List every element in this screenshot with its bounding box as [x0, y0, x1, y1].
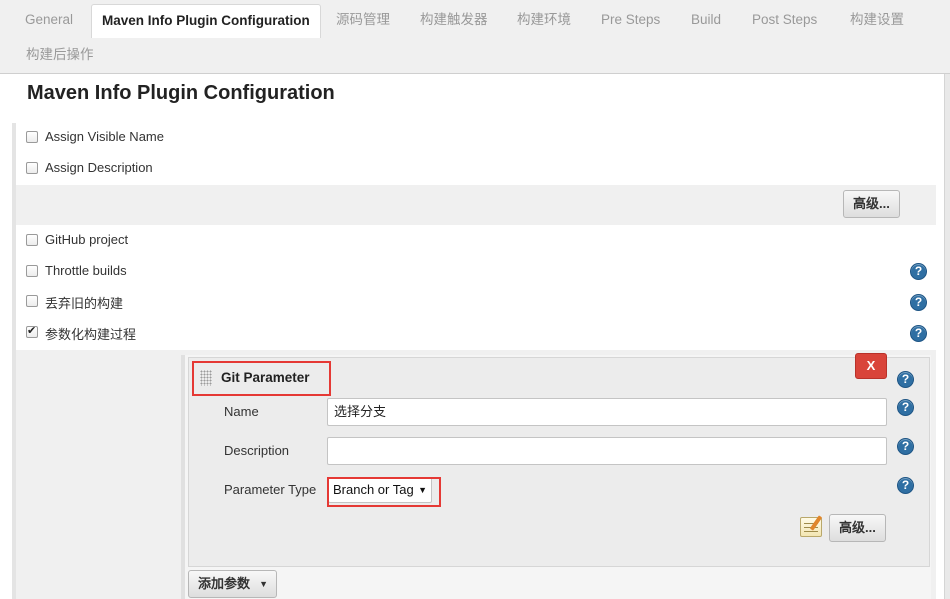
checkbox-checked[interactable] — [26, 324, 38, 338]
parameter-type-label: Parameter Type — [224, 482, 317, 497]
tab-pre-steps[interactable]: Pre Steps — [601, 5, 660, 35]
section-title: Maven Info Plugin Configuration — [27, 82, 335, 104]
tab-build-triggers[interactable]: 构建触发器 — [420, 5, 488, 35]
caret-down-icon: ▼ — [259, 579, 269, 589]
parameter-advanced-button[interactable]: 高级... — [829, 514, 886, 542]
help-icon[interactable]: ? — [897, 477, 914, 494]
option-assign-description[interactable]: Assign Description — [16, 154, 936, 185]
option-throttle-builds[interactable]: Throttle builds — [16, 257, 936, 288]
option-assign-visible-name[interactable]: Assign Visible Name — [16, 123, 936, 154]
checkbox[interactable] — [26, 265, 38, 277]
notepad-icon[interactable] — [800, 517, 822, 537]
option-parameterized-build[interactable]: 参数化构建过程 — [16, 318, 936, 349]
option-label: GitHub project — [45, 232, 129, 247]
advanced-button[interactable]: 高级... — [843, 190, 900, 218]
help-icon[interactable]: ? — [910, 294, 927, 311]
help-icon[interactable]: ? — [910, 325, 927, 342]
option-label: Throttle builds — [45, 263, 127, 278]
checkbox[interactable] — [26, 234, 38, 246]
help-icon[interactable]: ? — [897, 438, 914, 455]
help-icon[interactable]: ? — [897, 399, 914, 416]
checkbox[interactable] — [26, 131, 38, 143]
checkbox[interactable] — [26, 295, 38, 307]
tab-build-environment[interactable]: 构建环境 — [517, 5, 571, 35]
tab-build[interactable]: Build — [691, 5, 721, 35]
add-parameter-label: 添加参数 — [198, 576, 251, 591]
highlight-box — [192, 361, 331, 396]
description-label: Description — [224, 443, 290, 458]
tab-post-build-actions[interactable]: 构建后操作 — [26, 40, 94, 70]
advanced-strip: 高级... — [16, 185, 936, 225]
delete-parameter-button[interactable]: X — [855, 353, 887, 379]
description-field[interactable] — [327, 437, 887, 465]
option-label: Assign Description — [45, 160, 153, 175]
help-icon[interactable]: ? — [910, 263, 927, 280]
name-field[interactable]: 选择分支 — [327, 398, 887, 426]
tab-general[interactable]: General — [25, 5, 73, 35]
highlight-box — [327, 477, 441, 507]
tab-post-steps[interactable]: Post Steps — [752, 5, 817, 35]
add-parameter-button[interactable]: 添加参数 ▼ — [188, 570, 278, 598]
option-label: Assign Visible Name — [45, 129, 164, 144]
tab-bar: General Maven Info Plugin Configuration … — [0, 0, 950, 74]
option-label: 参数化构建过程 — [45, 327, 137, 342]
scrollbar[interactable] — [944, 74, 950, 599]
option-github-project[interactable]: GitHub project — [16, 226, 936, 257]
checkbox[interactable] — [26, 162, 38, 174]
tab-maven-info-plugin-configuration[interactable]: Maven Info Plugin Configuration — [91, 4, 321, 38]
tab-build-settings[interactable]: 构建设置 — [850, 5, 904, 35]
option-label: 丢弃旧的构建 — [45, 296, 124, 311]
name-label: Name — [224, 404, 259, 419]
option-discard-old-builds[interactable]: 丢弃旧的构建 — [16, 287, 936, 318]
tab-source-management[interactable]: 源码管理 — [336, 5, 390, 35]
help-icon[interactable]: ? — [897, 371, 914, 388]
